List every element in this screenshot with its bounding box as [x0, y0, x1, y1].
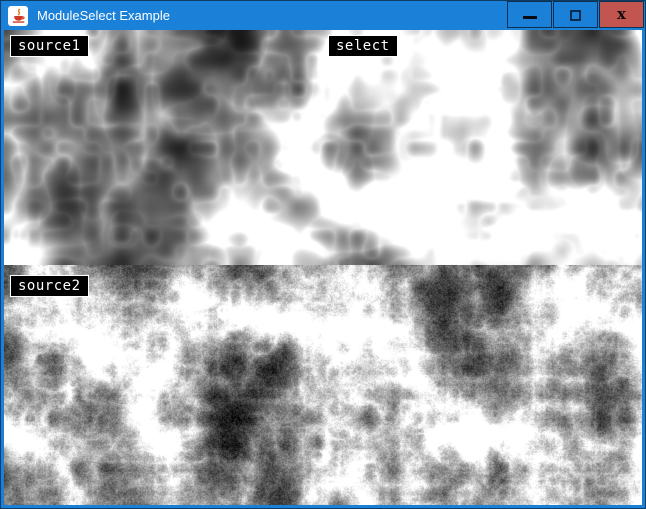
close-x-icon: x — [617, 7, 626, 22]
close-button[interactable]: x — [599, 1, 644, 28]
java-coffee-cup-icon — [11, 8, 26, 24]
select-label: select — [328, 35, 398, 57]
window-title: ModuleSelect Example — [37, 8, 170, 23]
source2-image — [4, 265, 642, 505]
source1-image — [4, 30, 324, 265]
minimize-icon — [523, 16, 537, 19]
window-controls: x — [506, 1, 644, 28]
source1-label: source1 — [10, 35, 89, 57]
maximize-button[interactable] — [553, 1, 598, 28]
maximize-icon — [570, 10, 581, 21]
source2-label: source2 — [10, 275, 89, 297]
java-icon[interactable] — [8, 6, 28, 26]
app-window: ModuleSelect Example x source1 select so… — [0, 0, 646, 509]
minimize-button[interactable] — [507, 1, 552, 28]
render-area: source1 select source2 — [4, 30, 642, 505]
